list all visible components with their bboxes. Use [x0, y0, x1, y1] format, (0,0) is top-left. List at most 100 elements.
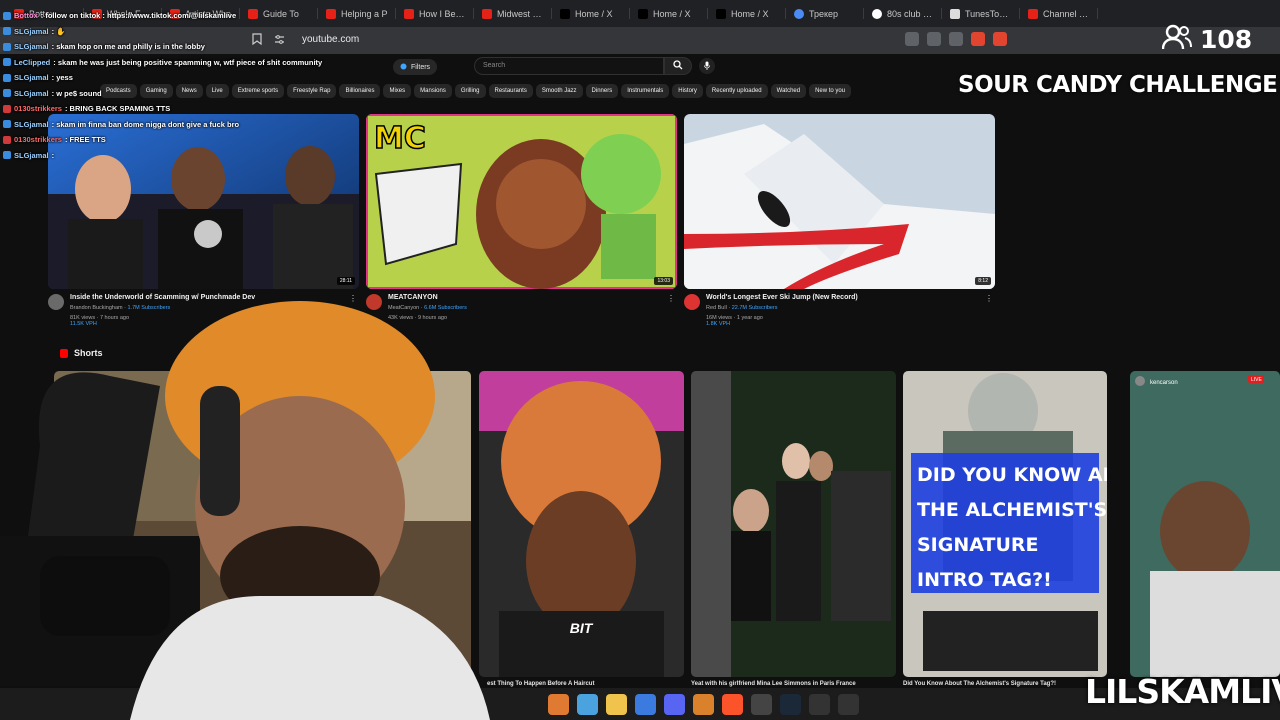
chat-text: : skam he was just being positive spammi… — [53, 57, 323, 67]
extensions-area — [905, 32, 1007, 46]
app2-icon[interactable] — [693, 694, 714, 715]
chat-badge-icon — [3, 42, 11, 51]
steam-icon[interactable] — [780, 694, 801, 715]
obs-icon[interactable] — [751, 694, 772, 715]
chat-username: SLGjamal — [14, 119, 49, 129]
discord-icon[interactable] — [664, 694, 685, 715]
tracker-icon — [794, 8, 804, 19]
chat-text: : yess — [51, 73, 73, 83]
youtube-icon — [1028, 8, 1038, 19]
filter-chip[interactable]: Smooth Jazz — [535, 84, 583, 98]
video-title[interactable]: World's Longest Ever Ski Jump (New Recor… — [706, 294, 858, 301]
search-button[interactable] — [664, 57, 692, 75]
chat-badge-icon — [3, 104, 11, 113]
microphone-icon — [704, 61, 710, 72]
vph-badge: 1.8K VPH — [706, 321, 731, 327]
video-stats: 16M views · 1 year ago 1.8K VPH — [706, 315, 763, 327]
chat-message: SLGjamal: skam hop on me and philly is i… — [0, 39, 380, 55]
x-icon — [560, 8, 570, 19]
zoom-icon[interactable] — [927, 32, 941, 46]
svg-text:MC: MC — [374, 121, 426, 156]
voice-search-button[interactable] — [699, 58, 715, 74]
browser-tab[interactable]: Home / X — [552, 0, 630, 27]
browser-tab[interactable]: How I Becam — [396, 0, 474, 27]
live-short[interactable]: kencarson LIVE — [1130, 371, 1280, 677]
4k-icon[interactable] — [838, 694, 859, 715]
channel-avatar[interactable] — [684, 294, 700, 310]
short-caption[interactable]: Did You Know About The Alchemist's Signa… — [903, 681, 1056, 687]
filter-chip[interactable]: Watched — [770, 84, 807, 98]
app-icon[interactable] — [548, 694, 569, 715]
more-options-icon[interactable]: ⋮ — [985, 294, 993, 303]
chat-text: : follow on tiktok : https://www.tiktok.… — [40, 11, 237, 21]
browser-tab-label: Home / X — [575, 8, 613, 19]
google-icon — [872, 8, 882, 19]
filter-chip[interactable]: Dinners — [585, 84, 619, 98]
viewers-icon — [1161, 24, 1192, 55]
browser-tab[interactable]: Трекер — [786, 0, 864, 27]
filter-chip[interactable]: Grilling — [454, 84, 486, 98]
browser-tab[interactable]: Home / X — [708, 0, 786, 27]
chat-badge-icon — [3, 135, 11, 144]
browser-tab-label: TunesToTub — [965, 8, 1012, 19]
browser-tab[interactable]: 80s club - Go — [864, 0, 942, 27]
filter-chip[interactable]: Mansions — [414, 84, 452, 98]
chat-username: SLGjamal — [14, 42, 49, 52]
browser-tab-label: Home / X — [653, 8, 691, 19]
filters-icon — [400, 63, 407, 72]
filter-chip[interactable]: Instrumentals — [621, 84, 670, 98]
chat-message: 0130strikkers: FREE TTS — [0, 132, 380, 148]
live-channel-name: kencarson — [1150, 380, 1178, 386]
browser-tab-label: 80s club - Go — [887, 8, 934, 19]
copilot-icon[interactable] — [577, 694, 598, 715]
browser-tab-label: Channel con — [1043, 8, 1090, 19]
browser-tab[interactable]: Home / X — [630, 0, 708, 27]
channel-name[interactable]: Red Bull · 22.7M Subscribers — [706, 305, 778, 311]
x-icon — [638, 8, 648, 19]
youtube-icon — [482, 8, 492, 19]
browser-tab-label: Трекер — [809, 8, 839, 19]
translate-icon[interactable] — [949, 32, 963, 46]
channel-name-text: Red Bull — [706, 305, 727, 311]
filter-chip[interactable]: Recently uploaded — [705, 84, 768, 98]
short-video[interactable] — [691, 371, 896, 677]
chat-username: SLGjamal — [14, 73, 49, 83]
cast-icon[interactable] — [905, 32, 919, 46]
streamer-watermark: LILSKAMLIVE — [1085, 672, 1280, 711]
chat-message: SLGjamal: skam im finna ban dome nigga d… — [0, 117, 380, 133]
chat-message: Bottox: follow on tiktok : https://www.t… — [0, 8, 380, 24]
store-icon[interactable] — [635, 694, 656, 715]
brave-shield-icon[interactable] — [971, 32, 985, 46]
short-caption[interactable]: Yeat with his girlfriend Mina Lee Simmon… — [691, 681, 856, 687]
filters-button[interactable]: Filters — [393, 59, 438, 75]
rewards-icon[interactable] — [993, 32, 1007, 46]
browser-tab[interactable]: Channel con — [1020, 0, 1098, 27]
chat-badge-icon — [3, 58, 11, 67]
webcam-overlay — [0, 296, 500, 720]
filter-chip[interactable]: Mixes — [383, 84, 412, 98]
video-thumbnail[interactable]: MC 13:03 — [366, 114, 677, 289]
video-duration: 13:03 — [654, 277, 673, 285]
browser-tab-label: Midwest Sal — [497, 8, 544, 19]
live-badge: LIVE — [1251, 377, 1263, 383]
viewer-counter: 108 — [1161, 24, 1252, 55]
chat-text: : w pe$ sound — [51, 88, 102, 98]
filter-chip[interactable]: Restaurants — [488, 84, 533, 98]
stream-chat: Bottox: follow on tiktok : https://www.t… — [0, 8, 380, 163]
short-video[interactable]: DID YOU KNOW ABOUT THE ALCHEMIST'S SIGNA… — [903, 371, 1107, 677]
short-caption[interactable]: est Thing To Happen Before A Haircut — [487, 681, 594, 687]
brave-icon[interactable] — [722, 694, 743, 715]
chat-text: : ✋ — [51, 26, 66, 36]
video-thumbnail[interactable]: 8:12 — [684, 114, 995, 289]
folder-icon[interactable] — [606, 694, 627, 715]
browser-tab[interactable]: TunesToTub — [942, 0, 1020, 27]
filter-chip[interactable]: New to you — [809, 84, 852, 98]
filter-chip[interactable]: History — [672, 84, 703, 98]
browser-tab[interactable]: Midwest Sal — [474, 0, 552, 27]
chat-message: LeClipped: skam he was just being positi… — [0, 55, 380, 71]
video-duration: 28:11 — [336, 277, 355, 285]
more-options-icon[interactable]: ⋮ — [667, 294, 675, 303]
search-input[interactable]: Search — [474, 57, 664, 75]
short-video[interactable]: BIT — [479, 371, 684, 677]
app3-icon[interactable] — [809, 694, 830, 715]
